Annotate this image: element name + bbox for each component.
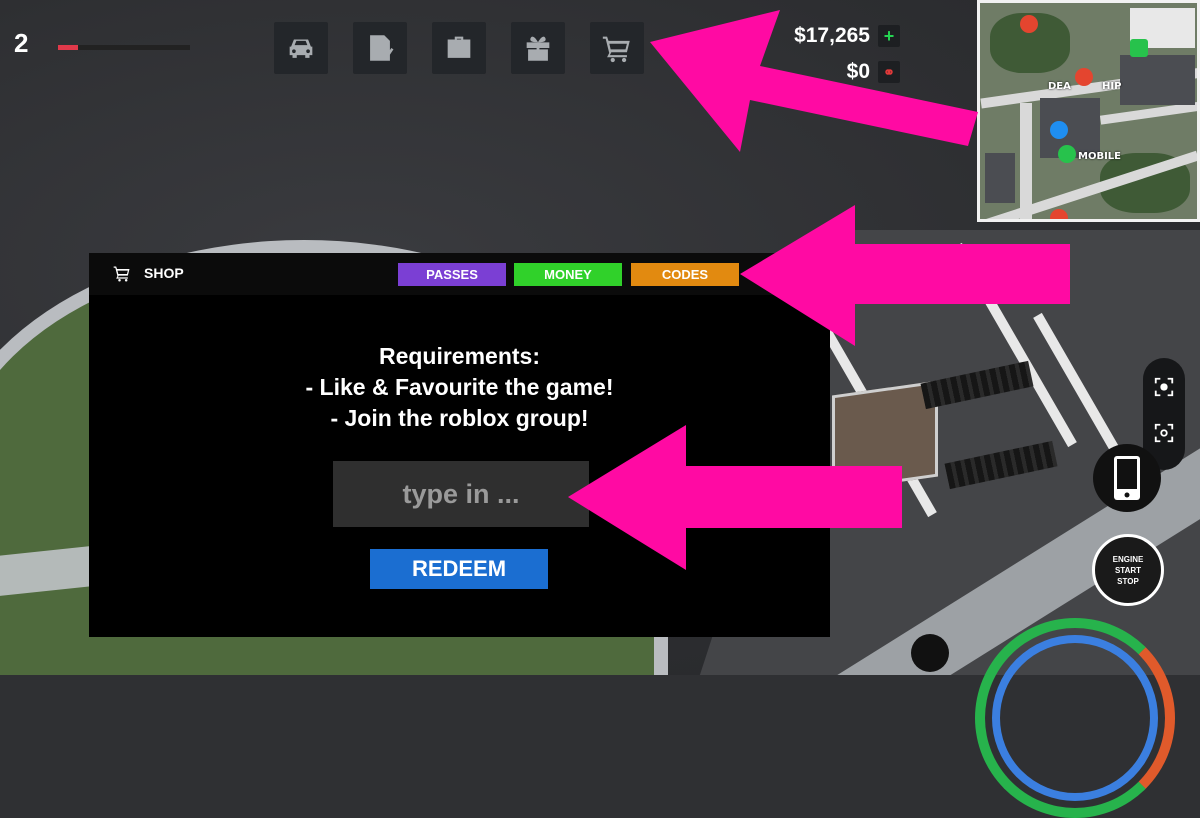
engine-stop-label: STOP <box>1117 576 1139 586</box>
phone-icon <box>1114 456 1140 500</box>
engine-start-label: START <box>1114 565 1142 575</box>
arrow-to-shop-button <box>650 10 978 152</box>
fuel-gauge <box>992 635 1158 801</box>
selfie-camera-icon[interactable] <box>1153 422 1175 444</box>
engine-label: ENGINE <box>1112 554 1144 564</box>
engine-start-stop-button[interactable]: ENGINE START STOP <box>1092 534 1164 606</box>
camera-icon[interactable] <box>1153 376 1175 398</box>
phone-button[interactable] <box>1093 444 1161 512</box>
annotation-arrows <box>568 10 1070 570</box>
arrow-to-codes-tab <box>740 205 1070 346</box>
speedometer-icon <box>911 634 949 672</box>
arrow-to-code-input <box>568 425 902 570</box>
